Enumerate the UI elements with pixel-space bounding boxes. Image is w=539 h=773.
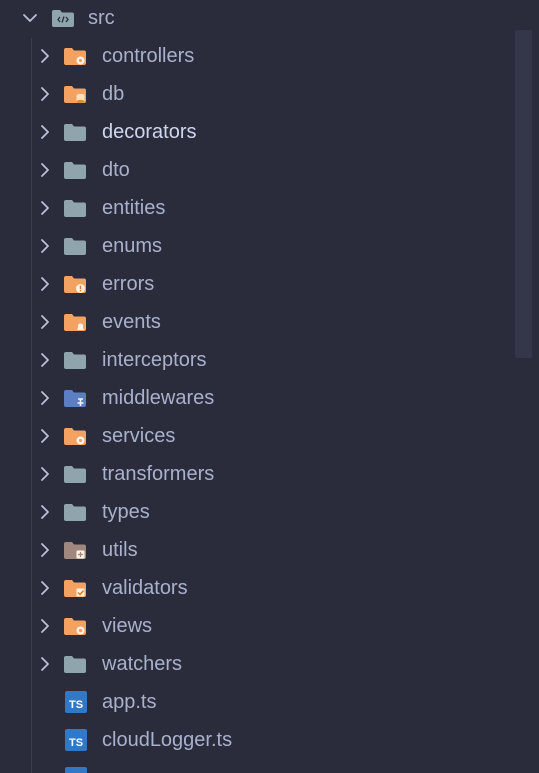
chevron-right-icon[interactable] (35, 84, 55, 104)
file-label: cloudLogger.ts (102, 729, 233, 751)
folder-events-icon (63, 311, 89, 333)
folder-label: middlewares (102, 387, 215, 409)
folder-label: views (102, 615, 153, 637)
chevron-right-icon[interactable] (35, 540, 55, 560)
chevron-right-icon[interactable] (35, 578, 55, 598)
folder-label: controllers (102, 45, 195, 67)
chevron-right-icon[interactable] (35, 312, 55, 332)
folder-errors-icon (63, 273, 89, 295)
folder-label: types (102, 501, 150, 523)
chevron-right-icon[interactable] (35, 160, 55, 180)
chevron-right-icon[interactable] (35, 350, 55, 370)
tree-item-folder[interactable]: dto (0, 151, 512, 189)
folder-label: events (102, 311, 161, 333)
folder-plain-icon (63, 349, 89, 371)
folder-plain-icon (63, 653, 89, 675)
chevron-down-icon[interactable] (20, 8, 40, 28)
folder-plain-icon (63, 197, 89, 219)
chevron-right-icon[interactable] (35, 616, 55, 636)
folder-label: watchers (102, 653, 183, 675)
folder-plain-icon (63, 159, 89, 181)
tree-item-folder[interactable]: watchers (0, 645, 512, 683)
scrollbar-thumb[interactable] (515, 30, 532, 358)
tree-item-root-folder[interactable]: src (0, 0, 512, 37)
tree-item-folder[interactable]: transformers (0, 455, 512, 493)
chevron-right-icon[interactable] (35, 236, 55, 256)
folder-validators-icon (63, 577, 89, 599)
folder-label: enums (102, 235, 163, 257)
tree-item-folder[interactable]: views (0, 607, 512, 645)
file-label: app.ts (102, 691, 157, 713)
folder-plain-icon (63, 501, 89, 523)
folder-label: transformers (102, 463, 215, 485)
chevron-right-icon[interactable] (35, 464, 55, 484)
folder-services-icon (63, 425, 89, 447)
root-folder-label: src (88, 7, 115, 29)
typescript-file-icon: TS (63, 729, 89, 751)
folder-label: interceptors (102, 349, 207, 371)
typescript-file-icon: TS (63, 691, 89, 713)
tree-item-file[interactable]: TS (0, 759, 512, 773)
tree-item-file[interactable]: TS app.ts (0, 683, 512, 721)
folder-plain-icon (63, 235, 89, 257)
svg-text:TS: TS (69, 737, 83, 749)
tree-item-file[interactable]: TS cloudLogger.ts (0, 721, 512, 759)
folder-middleware-icon (63, 387, 89, 409)
folder-plain-icon (63, 121, 89, 143)
tree-item-folder[interactable]: utils (0, 531, 512, 569)
chevron-right-icon[interactable] (35, 46, 55, 66)
chevron-right-icon[interactable] (35, 198, 55, 218)
chevron-right-icon[interactable] (35, 274, 55, 294)
folder-label: utils (102, 539, 138, 561)
chevron-right-icon[interactable] (35, 426, 55, 446)
folder-utils-icon (63, 539, 89, 561)
tree-item-folder[interactable]: enums (0, 227, 512, 265)
tree-item-folder[interactable]: validators (0, 569, 512, 607)
folder-label: db (102, 83, 125, 105)
folder-label: errors (102, 273, 155, 295)
typescript-file-icon: TS (63, 767, 89, 773)
tree-item-folder[interactable]: events (0, 303, 512, 341)
tree-item-folder[interactable]: entities (0, 189, 512, 227)
chevron-right-icon[interactable] (35, 122, 55, 142)
tree-item-folder[interactable]: interceptors (0, 341, 512, 379)
tree-item-folder[interactable]: db (0, 75, 512, 113)
folder-controllers-icon (63, 45, 89, 67)
file-explorer-tree: src controllers db decorators dto entities enu… (0, 0, 539, 773)
folder-label: services (102, 425, 176, 447)
folder-plain-icon (63, 463, 89, 485)
folder-label: dto (102, 159, 130, 181)
folder-database-icon (63, 83, 89, 105)
folder-views-icon (63, 615, 89, 637)
folder-src-open-icon (51, 7, 77, 29)
folder-label: validators (102, 577, 188, 599)
svg-text:TS: TS (69, 699, 83, 711)
folder-label: decorators (102, 121, 197, 143)
folder-label: entities (102, 197, 166, 219)
tree-item-folder[interactable]: middlewares (0, 379, 512, 417)
tree-item-folder[interactable]: services (0, 417, 512, 455)
chevron-right-icon[interactable] (35, 388, 55, 408)
tree-item-folder[interactable]: types (0, 493, 512, 531)
tree-item-folder[interactable]: controllers (0, 37, 512, 75)
tree-item-folder[interactable]: errors (0, 265, 512, 303)
tree-item-folder[interactable]: decorators (0, 113, 512, 151)
chevron-right-icon[interactable] (35, 502, 55, 522)
chevron-right-icon[interactable] (35, 654, 55, 674)
